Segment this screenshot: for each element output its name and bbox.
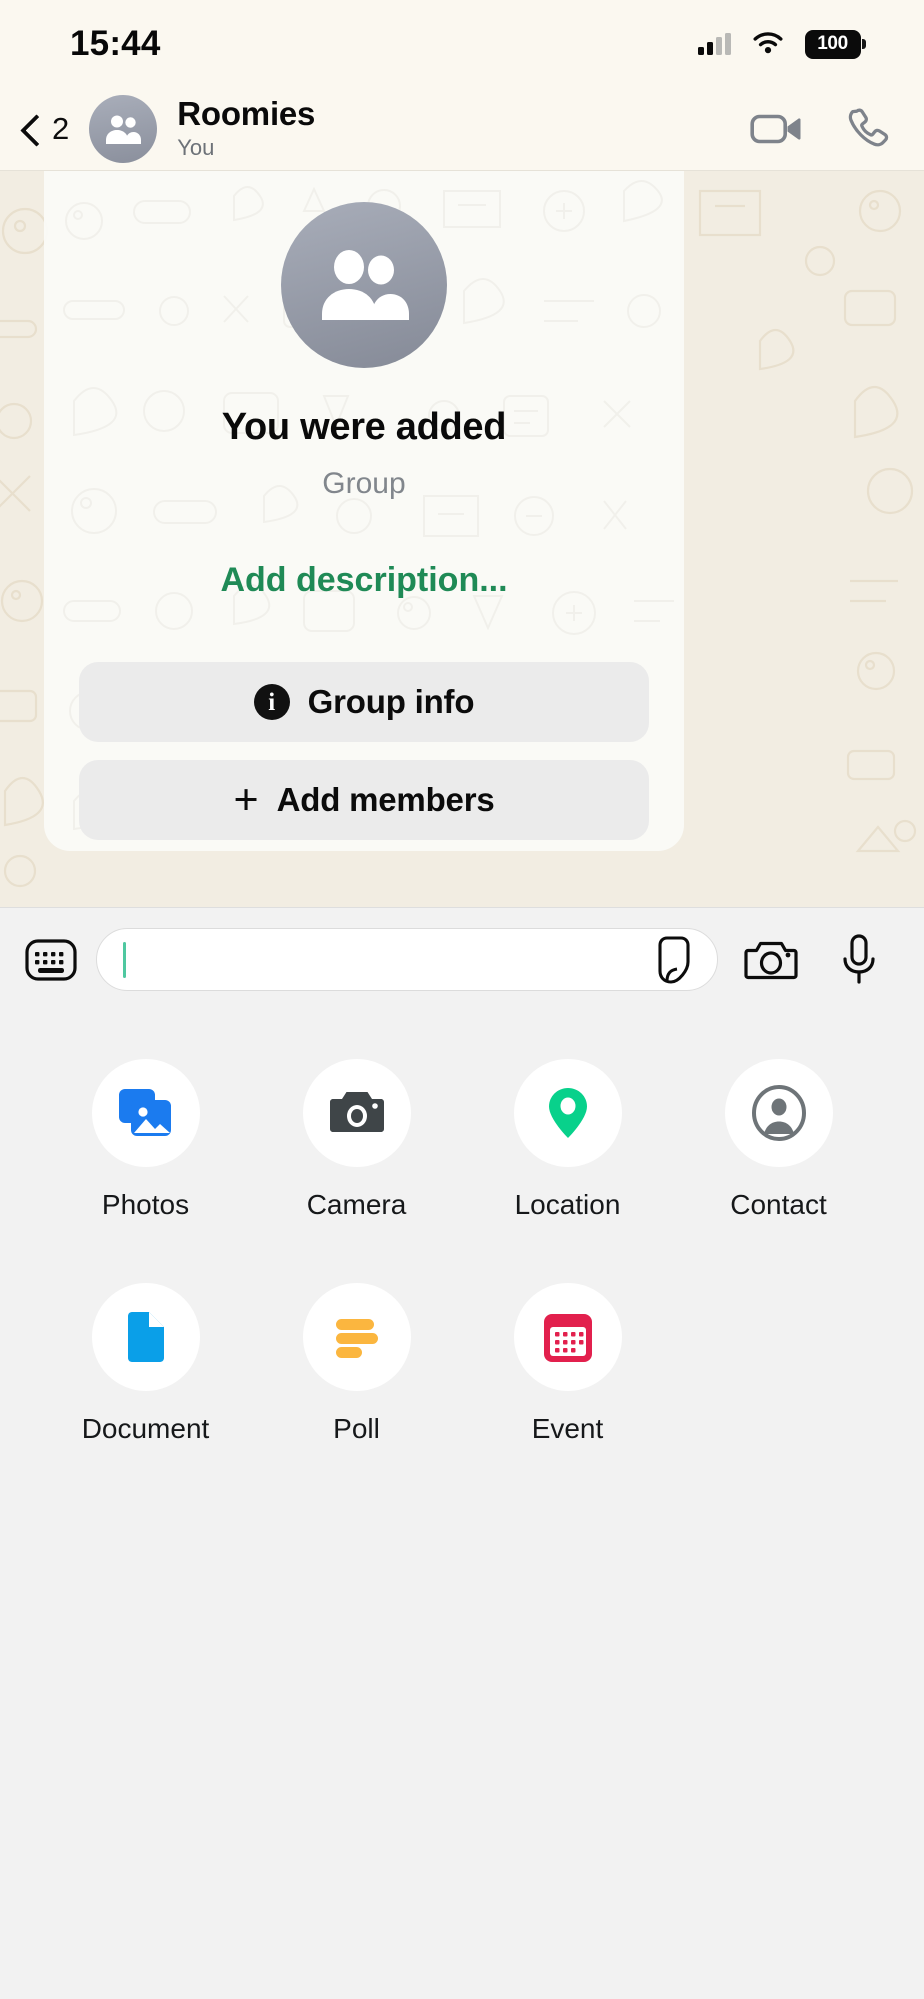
photos-icon	[118, 1089, 171, 1136]
attachment-contact[interactable]: Contact	[673, 1059, 884, 1221]
phone-icon[interactable]	[844, 106, 890, 152]
attachment-poll[interactable]: Poll	[251, 1283, 462, 1445]
camera-icon	[329, 1092, 384, 1132]
video-camera-icon[interactable]	[750, 109, 804, 149]
camera-bubble	[302, 1059, 411, 1167]
unread-count-badge: 2	[52, 111, 70, 146]
group-info-label: Group info	[307, 683, 475, 720]
contact-bubble	[724, 1059, 833, 1167]
header-title-block[interactable]: Roomies You	[177, 95, 750, 161]
keyboard-icon	[25, 938, 77, 981]
attachment-document[interactable]: Document	[40, 1283, 251, 1445]
text-caret	[123, 941, 126, 978]
status-bar: 15:44 100	[0, 0, 924, 88]
add-description-link[interactable]: Add description...	[220, 561, 507, 600]
poll-bubble	[302, 1283, 411, 1391]
event-bubble	[513, 1283, 622, 1391]
camera-icon	[744, 941, 798, 979]
info-circle-icon: i	[253, 684, 290, 720]
attachment-label: Poll	[333, 1413, 380, 1444]
attachment-label: Document	[81, 1413, 210, 1444]
message-composer	[0, 907, 924, 1011]
attachment-panel: Photos Camera Location Contact Document …	[0, 1011, 924, 1999]
group-avatar-icon	[106, 115, 142, 144]
system-card-title: You were added	[221, 406, 507, 448]
back-chevron-icon	[16, 116, 42, 142]
location-bubble	[513, 1059, 622, 1167]
calendar-event-icon	[543, 1314, 592, 1362]
attachment-location[interactable]: Location	[462, 1059, 673, 1221]
location-pin-icon	[548, 1088, 587, 1138]
contact-person-icon	[751, 1085, 806, 1141]
group-info-button[interactable]: i Group info	[79, 662, 649, 742]
chat-subtitle: You	[177, 135, 215, 161]
add-members-label: Add members	[276, 781, 495, 818]
card-group-avatar	[281, 202, 447, 368]
add-members-button[interactable]: + Add members	[79, 760, 649, 840]
whatsapp-chat-screen: 15:44 100 2 Roomies You You were added G…	[0, 0, 924, 1999]
sticker-icon[interactable]	[651, 935, 697, 985]
attachment-label: Event	[531, 1413, 604, 1444]
attachment-label: Contact	[730, 1189, 827, 1220]
document-bubble	[91, 1283, 200, 1391]
status-bar-clock: 15:44	[70, 24, 161, 63]
microphone-button[interactable]	[828, 933, 890, 986]
chat-title: Roomies	[177, 95, 316, 133]
attachment-camera[interactable]: Camera	[251, 1059, 462, 1221]
attachment-grid-spacer	[673, 1283, 884, 1445]
attachment-label: Photos	[101, 1189, 190, 1220]
attachment-photos[interactable]: Photos	[40, 1059, 251, 1221]
poll-icon	[335, 1319, 378, 1358]
photos-bubble	[91, 1059, 200, 1167]
attachment-label: Location	[514, 1189, 621, 1220]
wifi-icon	[753, 32, 782, 54]
camera-button[interactable]	[740, 937, 802, 983]
group-avatar-icon	[322, 250, 409, 320]
system-info-card: You were added Group Add description... …	[44, 171, 684, 851]
attachment-event[interactable]: Event	[462, 1283, 673, 1445]
back-button[interactable]: 2	[16, 111, 75, 147]
document-icon	[127, 1312, 164, 1362]
cellular-signal-icon	[698, 33, 731, 55]
microphone-icon	[843, 933, 875, 984]
chat-message-area: You were added Group Add description... …	[0, 171, 924, 907]
header-group-avatar[interactable]	[89, 95, 158, 163]
keyboard-button[interactable]	[20, 938, 82, 982]
attachment-label: Camera	[306, 1189, 407, 1220]
plus-icon: +	[233, 775, 259, 824]
battery-icon: 100	[804, 29, 866, 59]
chat-header: 2 Roomies You	[0, 88, 924, 171]
system-card-subtitle: Group	[322, 467, 406, 500]
battery-level-label: 100	[804, 29, 861, 59]
message-input[interactable]	[96, 928, 718, 991]
